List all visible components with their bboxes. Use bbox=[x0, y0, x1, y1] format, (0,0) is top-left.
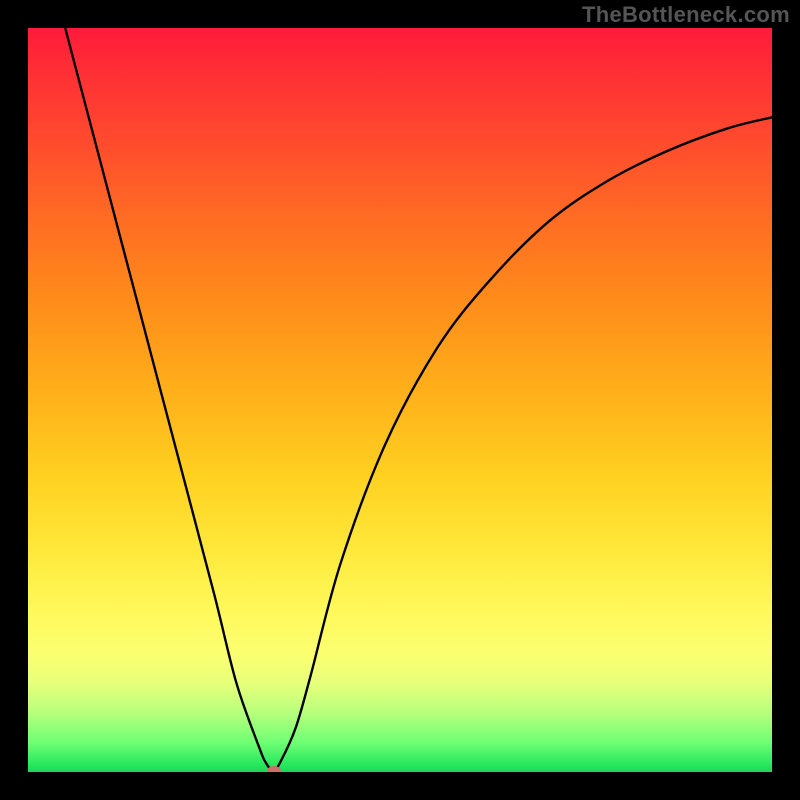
minimum-marker bbox=[267, 766, 281, 773]
plot-area bbox=[28, 28, 772, 772]
bottleneck-curve bbox=[28, 28, 772, 772]
curve-path bbox=[65, 28, 772, 771]
watermark-text: TheBottleneck.com bbox=[582, 2, 790, 28]
chart-frame: TheBottleneck.com bbox=[0, 0, 800, 800]
